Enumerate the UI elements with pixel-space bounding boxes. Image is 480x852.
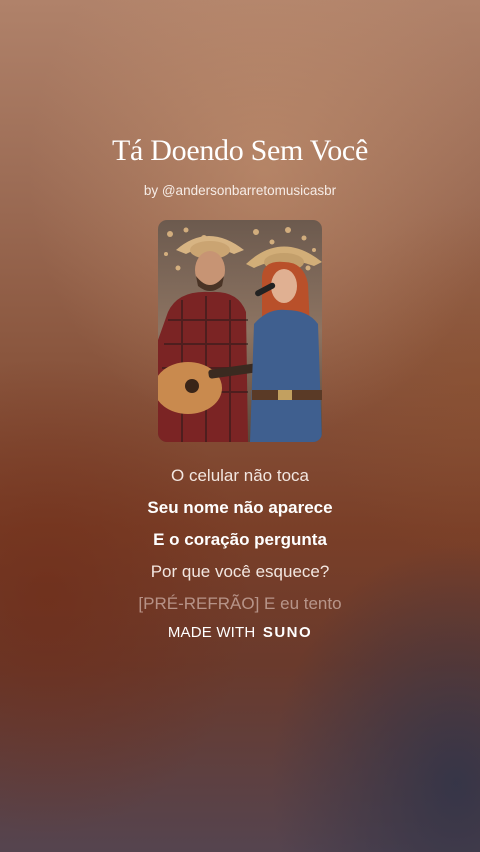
lyrics-panel: O celular não toca Seu nome não aparece … bbox=[0, 460, 480, 620]
made-with-suno-badge[interactable]: MADE WITH SUNO bbox=[0, 624, 480, 641]
song-title: Tá Doendo Sem Você bbox=[112, 134, 368, 167]
lyric-line-active: E o coração pergunta bbox=[153, 530, 327, 549]
album-cover bbox=[158, 220, 322, 442]
lyric-line: O celular não toca bbox=[171, 466, 309, 485]
album-cover-art bbox=[158, 220, 322, 442]
suno-logo: SUNO bbox=[262, 624, 313, 641]
made-with-label: MADE WITH bbox=[167, 624, 256, 641]
lyric-line-upcoming: [PRÉ-REFRÃO] E eu tento bbox=[138, 594, 342, 613]
lyric-line-active: Seu nome não aparece bbox=[147, 498, 333, 517]
artist-byline[interactable]: by @andersonbarretomusicasbr bbox=[0, 183, 480, 198]
lyric-line: Por que você esquece? bbox=[150, 562, 330, 581]
